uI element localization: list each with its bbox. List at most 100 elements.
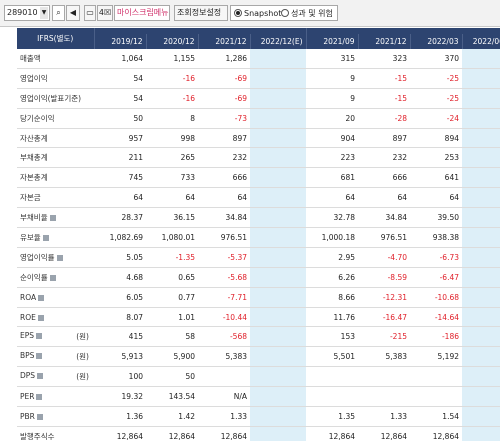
annual-value-cell xyxy=(250,128,306,149)
info-icon[interactable] xyxy=(38,294,45,301)
quarter-value-cell: 253 xyxy=(410,147,462,169)
info-icon[interactable] xyxy=(42,234,49,241)
annual-value-cell: 34.84 xyxy=(198,207,250,229)
quarter-value-cell: 2.95 xyxy=(306,247,358,268)
quarter-value-cell: 1,000.18 xyxy=(306,227,358,248)
annual-value-cell: -1.35 xyxy=(146,247,198,268)
info-icon[interactable] xyxy=(37,373,44,380)
row-label: 부채비율 xyxy=(20,213,48,223)
quarter-value-cell: 32.78 xyxy=(306,207,358,229)
quarter-value-cell: 904 xyxy=(306,128,358,149)
row-label-cell: PBR xyxy=(17,406,94,427)
row-label-cell: 자본총계 xyxy=(17,167,94,189)
row-label-cell: 당기순이익 xyxy=(17,108,94,129)
annual-value-cell xyxy=(250,167,306,189)
quarter-value-cell xyxy=(462,108,500,129)
quarter-value-cell: -14.64 xyxy=(410,307,462,328)
row-label-cell: 영업이익률 xyxy=(17,247,94,268)
quarter-value-cell xyxy=(462,426,500,441)
row-label-cell: ROA xyxy=(17,287,94,308)
quarter-value-cell: 5,192 xyxy=(410,346,462,368)
perf-risk-radio-label[interactable]: 성과 및 위험 xyxy=(291,7,333,20)
annual-value-cell xyxy=(250,207,306,229)
quarter-value-cell xyxy=(462,307,500,328)
annual-value-cell: 1,080.01 xyxy=(146,227,198,248)
financial-summary-table: IFRS(별도) 2019/12 2020/12 2021/12 2022/12(E)… xyxy=(17,28,500,441)
info-icon[interactable] xyxy=(49,215,56,222)
speaker-icon[interactable]: ◀ xyxy=(66,5,80,21)
row-label: 발행주식수 xyxy=(20,431,55,441)
row-unit: (원) xyxy=(76,372,89,382)
annual-value-cell: 1,082.69 xyxy=(94,227,146,248)
info-icon[interactable] xyxy=(37,314,44,321)
query-settings-button[interactable]: 조회정보설정 xyxy=(174,5,228,21)
quarter-value-cell: 938.38 xyxy=(410,227,462,248)
search-icon[interactable]: ⌕ xyxy=(52,5,65,21)
row-label: 매출액 xyxy=(20,53,41,63)
table-row: ROA 6.05 0.77 -7.71 8.66 -12.31 -10.68 xyxy=(17,287,500,308)
annual-value-cell: -5.37 xyxy=(198,247,250,268)
row-label-cell: ROE xyxy=(17,307,94,328)
document-icon[interactable]: ▭ xyxy=(84,5,96,21)
quarter-value-cell: -15 xyxy=(358,88,410,109)
quarter-value-cell: 9 xyxy=(306,88,358,109)
quarter-value-cell: -6.73 xyxy=(410,247,462,268)
perf-risk-radio[interactable] xyxy=(281,9,289,17)
quarter-value-cell: 1.33 xyxy=(358,406,410,427)
snapshot-radio-label[interactable]: Snapshot xyxy=(244,7,281,20)
row-label-cell: 자본금 xyxy=(17,187,94,209)
quarter-value-cell: -25 xyxy=(410,68,462,89)
quarter-value-cell: 153 xyxy=(306,326,358,348)
row-label: 당기순이익 xyxy=(20,113,55,123)
annual-value-cell xyxy=(250,267,306,288)
annual-value-cell xyxy=(250,49,306,69)
annual-value-cell: 1,064 xyxy=(94,49,146,69)
annual-value-cell: 733 xyxy=(146,167,198,189)
row-label-cell: 영업이익(발표기준) xyxy=(17,88,94,109)
stock-code-input[interactable]: 289010 ▼ xyxy=(4,5,50,21)
info-icon[interactable] xyxy=(36,394,43,401)
quarter-value-cell: 64 xyxy=(306,187,358,209)
quarter-value-cell: 5,383 xyxy=(358,346,410,368)
quarter-value-cell xyxy=(462,346,500,368)
info-icon[interactable] xyxy=(49,274,56,281)
quarter-value-cell: 370 xyxy=(410,49,462,69)
annual-value-cell: 897 xyxy=(198,128,250,149)
row-label: BPS xyxy=(20,351,35,361)
quarter-value-cell: 1.35 xyxy=(306,406,358,427)
annual-value-cell: 957 xyxy=(94,128,146,149)
info-icon[interactable] xyxy=(56,254,63,261)
annual-value-cell: 0.77 xyxy=(146,287,198,308)
quarter-value-cell: 641 xyxy=(410,167,462,189)
table-row: 유보율 1,082.69 1,080.01 976.51 1,000.18 976.51 9… xyxy=(17,227,500,248)
chevron-down-icon[interactable]: ▼ xyxy=(40,7,48,19)
info-icon[interactable] xyxy=(36,353,43,360)
row-label-cell: 부채비율 xyxy=(17,207,94,229)
row-unit: (원) xyxy=(76,332,89,342)
row-label-cell: 발행주식수 xyxy=(17,426,94,441)
quarter-value-cell: 8.66 xyxy=(306,287,358,308)
quarter-value-cell: -4.70 xyxy=(358,247,410,268)
quarter-value-cell xyxy=(462,88,500,109)
quarter-value-cell xyxy=(462,207,500,229)
annual-header: 2022/12(E) xyxy=(250,34,307,49)
quarter-value-cell xyxy=(462,267,500,288)
annual-value-cell: 8.07 xyxy=(94,307,146,328)
table-row: 매출액 1,064 1,155 1,286 315 323 370 xyxy=(17,49,500,69)
quarter-value-cell xyxy=(462,366,500,388)
count-badge[interactable]: 4☒ xyxy=(97,5,113,21)
info-icon[interactable] xyxy=(36,333,43,340)
row-label: ROE xyxy=(20,312,36,322)
annual-value-cell: 12,864 xyxy=(198,426,250,441)
snapshot-radio[interactable] xyxy=(234,9,242,17)
annual-value-cell: 5,913 xyxy=(94,346,146,368)
quarter-value-cell xyxy=(358,366,410,388)
annual-value-cell xyxy=(250,227,306,248)
row-label: 자본금 xyxy=(20,193,41,203)
annual-value-cell: 50 xyxy=(94,108,146,129)
row-label-cell: 자산총계 xyxy=(17,128,94,149)
my-script-menu-button[interactable]: 마이스크립메뉴 xyxy=(114,5,170,21)
corner-header: IFRS(별도) xyxy=(17,28,95,49)
quarter-value-cell: -6.47 xyxy=(410,267,462,288)
info-icon[interactable] xyxy=(36,413,43,420)
